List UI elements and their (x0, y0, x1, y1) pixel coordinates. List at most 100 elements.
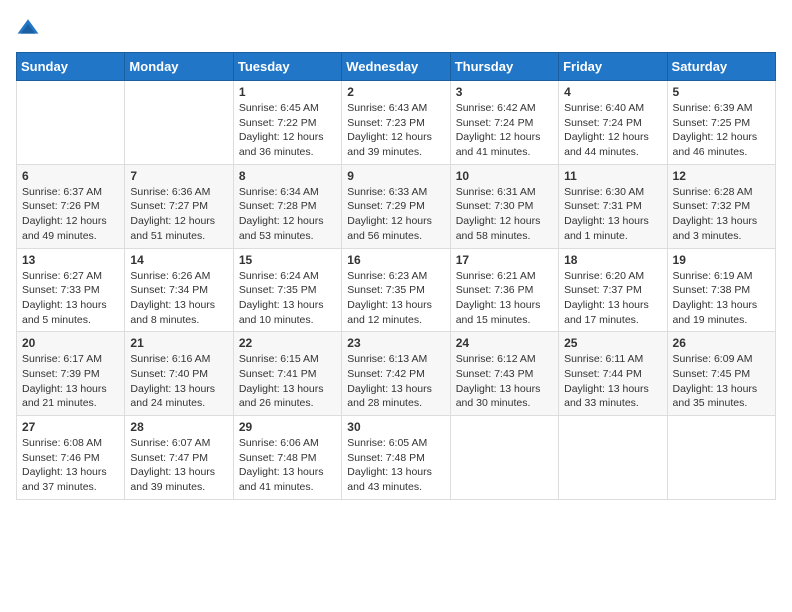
day-number: 2 (347, 85, 444, 99)
calendar-cell: 9 Sunrise: 6:33 AM Sunset: 7:29 PM Daylig… (342, 164, 450, 248)
day-info: Sunrise: 6:15 AM Sunset: 7:41 PM Dayligh… (239, 352, 336, 411)
day-info: Sunrise: 6:05 AM Sunset: 7:48 PM Dayligh… (347, 436, 444, 495)
header-saturday: Saturday (667, 53, 775, 81)
day-info: Sunrise: 6:26 AM Sunset: 7:34 PM Dayligh… (130, 269, 227, 328)
day-number: 24 (456, 336, 553, 350)
day-number: 16 (347, 253, 444, 267)
day-number: 17 (456, 253, 553, 267)
day-number: 12 (673, 169, 770, 183)
day-number: 27 (22, 420, 119, 434)
calendar-cell: 27 Sunrise: 6:08 AM Sunset: 7:46 PM Dayli… (17, 416, 125, 500)
calendar-cell: 15Sunrise: 6:24 AM Sunset: 7:35 PM Dayli… (233, 248, 341, 332)
day-info: Sunrise: 6:08 AM Sunset: 7:46 PM Dayligh… (22, 436, 119, 495)
page-header (16, 16, 776, 40)
calendar-cell: 2 Sunrise: 6:43 AM Sunset: 7:23 PM Daylig… (342, 81, 450, 165)
day-info: Sunrise: 6:39 AM Sunset: 7:25 PM Dayligh… (673, 101, 770, 160)
calendar-week-row: 6 Sunrise: 6:37 AM Sunset: 7:26 PM Daylig… (17, 164, 776, 248)
calendar-cell: 19 Sunrise: 6:19 AM Sunset: 7:38 PM Dayli… (667, 248, 775, 332)
day-number: 10 (456, 169, 553, 183)
calendar-cell: 24 Sunrise: 6:12 AM Sunset: 7:43 PM Dayli… (450, 332, 558, 416)
day-info: Sunrise: 6:07 AM Sunset: 7:47 PM Dayligh… (130, 436, 227, 495)
day-info: Sunrise: 6:12 AM Sunset: 7:43 PM Dayligh… (456, 352, 553, 411)
day-info: Sunrise: 6:30 AM Sunset: 7:31 PM Dayligh… (564, 185, 661, 244)
day-info: Sunrise: 6:28 AM Sunset: 7:32 PM Dayligh… (673, 185, 770, 244)
calendar-cell: 29 Sunrise: 6:06 AM Sunset: 7:48 PM Dayli… (233, 416, 341, 500)
calendar-cell: 22Sunrise: 6:15 AM Sunset: 7:41 PM Dayli… (233, 332, 341, 416)
day-info: Sunrise: 6:43 AM Sunset: 7:23 PM Dayligh… (347, 101, 444, 160)
logo-icon (16, 16, 40, 40)
day-info: Sunrise: 6:40 AM Sunset: 7:24 PM Dayligh… (564, 101, 661, 160)
day-info: Sunrise: 6:36 AM Sunset: 7:27 PM Dayligh… (130, 185, 227, 244)
calendar-header-row: SundayMondayTuesdayWednesdayThursdayFrid… (17, 53, 776, 81)
calendar-cell: 7 Sunrise: 6:36 AM Sunset: 7:27 PM Daylig… (125, 164, 233, 248)
calendar-cell: 23 Sunrise: 6:13 AM Sunset: 7:42 PM Dayli… (342, 332, 450, 416)
calendar-cell: 18 Sunrise: 6:20 AM Sunset: 7:37 PM Dayli… (559, 248, 667, 332)
day-info: Sunrise: 6:20 AM Sunset: 7:37 PM Dayligh… (564, 269, 661, 328)
calendar-cell: 17 Sunrise: 6:21 AM Sunset: 7:36 PM Dayli… (450, 248, 558, 332)
day-number: 6 (22, 169, 119, 183)
header-sunday: Sunday (17, 53, 125, 81)
header-wednesday: Wednesday (342, 53, 450, 81)
calendar-cell: 11Sunrise: 6:30 AM Sunset: 7:31 PM Dayli… (559, 164, 667, 248)
calendar-cell: 13 Sunrise: 6:27 AM Sunset: 7:33 PM Dayli… (17, 248, 125, 332)
calendar-cell: 1 Sunrise: 6:45 AM Sunset: 7:22 PM Daylig… (233, 81, 341, 165)
calendar-week-row: 13 Sunrise: 6:27 AM Sunset: 7:33 PM Dayli… (17, 248, 776, 332)
calendar-cell: 14 Sunrise: 6:26 AM Sunset: 7:34 PM Dayli… (125, 248, 233, 332)
calendar-week-row: 1 Sunrise: 6:45 AM Sunset: 7:22 PM Daylig… (17, 81, 776, 165)
calendar-cell: 12 Sunrise: 6:28 AM Sunset: 7:32 PM Dayli… (667, 164, 775, 248)
calendar-cell: 21 Sunrise: 6:16 AM Sunset: 7:40 PM Dayli… (125, 332, 233, 416)
calendar-cell: 25 Sunrise: 6:11 AM Sunset: 7:44 PM Dayli… (559, 332, 667, 416)
calendar-cell (125, 81, 233, 165)
day-number: 18 (564, 253, 661, 267)
day-info: Sunrise: 6:24 AM Sunset: 7:35 PM Dayligh… (239, 269, 336, 328)
day-info: Sunrise: 6:33 AM Sunset: 7:29 PM Dayligh… (347, 185, 444, 244)
day-number: 13 (22, 253, 119, 267)
day-number: 7 (130, 169, 227, 183)
day-info: Sunrise: 6:16 AM Sunset: 7:40 PM Dayligh… (130, 352, 227, 411)
day-number: 19 (673, 253, 770, 267)
calendar-cell (450, 416, 558, 500)
day-number: 29 (239, 420, 336, 434)
calendar-cell: 10 Sunrise: 6:31 AM Sunset: 7:30 PM Dayli… (450, 164, 558, 248)
calendar-cell: 5 Sunrise: 6:39 AM Sunset: 7:25 PM Daylig… (667, 81, 775, 165)
calendar: SundayMondayTuesdayWednesdayThursdayFrid… (16, 52, 776, 500)
calendar-cell: 30 Sunrise: 6:05 AM Sunset: 7:48 PM Dayli… (342, 416, 450, 500)
day-info: Sunrise: 6:27 AM Sunset: 7:33 PM Dayligh… (22, 269, 119, 328)
day-info: Sunrise: 6:06 AM Sunset: 7:48 PM Dayligh… (239, 436, 336, 495)
day-info: Sunrise: 6:42 AM Sunset: 7:24 PM Dayligh… (456, 101, 553, 160)
header-thursday: Thursday (450, 53, 558, 81)
header-monday: Monday (125, 53, 233, 81)
calendar-cell: 3 Sunrise: 6:42 AM Sunset: 7:24 PM Daylig… (450, 81, 558, 165)
day-number: 14 (130, 253, 227, 267)
day-number: 21 (130, 336, 227, 350)
day-info: Sunrise: 6:19 AM Sunset: 7:38 PM Dayligh… (673, 269, 770, 328)
day-info: Sunrise: 6:37 AM Sunset: 7:26 PM Dayligh… (22, 185, 119, 244)
day-info: Sunrise: 6:23 AM Sunset: 7:35 PM Dayligh… (347, 269, 444, 328)
day-number: 8 (239, 169, 336, 183)
day-number: 3 (456, 85, 553, 99)
day-info: Sunrise: 6:34 AM Sunset: 7:28 PM Dayligh… (239, 185, 336, 244)
calendar-cell: 4 Sunrise: 6:40 AM Sunset: 7:24 PM Daylig… (559, 81, 667, 165)
day-number: 9 (347, 169, 444, 183)
day-info: Sunrise: 6:11 AM Sunset: 7:44 PM Dayligh… (564, 352, 661, 411)
calendar-cell (17, 81, 125, 165)
day-number: 28 (130, 420, 227, 434)
day-number: 4 (564, 85, 661, 99)
calendar-cell (667, 416, 775, 500)
calendar-week-row: 27 Sunrise: 6:08 AM Sunset: 7:46 PM Dayli… (17, 416, 776, 500)
day-number: 25 (564, 336, 661, 350)
day-number: 30 (347, 420, 444, 434)
day-number: 1 (239, 85, 336, 99)
day-info: Sunrise: 6:21 AM Sunset: 7:36 PM Dayligh… (456, 269, 553, 328)
day-number: 5 (673, 85, 770, 99)
calendar-cell: 16 Sunrise: 6:23 AM Sunset: 7:35 PM Dayli… (342, 248, 450, 332)
day-info: Sunrise: 6:45 AM Sunset: 7:22 PM Dayligh… (239, 101, 336, 160)
calendar-cell: 8 Sunrise: 6:34 AM Sunset: 7:28 PM Daylig… (233, 164, 341, 248)
day-number: 20 (22, 336, 119, 350)
day-number: 23 (347, 336, 444, 350)
day-info: Sunrise: 6:17 AM Sunset: 7:39 PM Dayligh… (22, 352, 119, 411)
day-info: Sunrise: 6:13 AM Sunset: 7:42 PM Dayligh… (347, 352, 444, 411)
calendar-cell (559, 416, 667, 500)
day-info: Sunrise: 6:31 AM Sunset: 7:30 PM Dayligh… (456, 185, 553, 244)
calendar-cell: 28 Sunrise: 6:07 AM Sunset: 7:47 PM Dayli… (125, 416, 233, 500)
